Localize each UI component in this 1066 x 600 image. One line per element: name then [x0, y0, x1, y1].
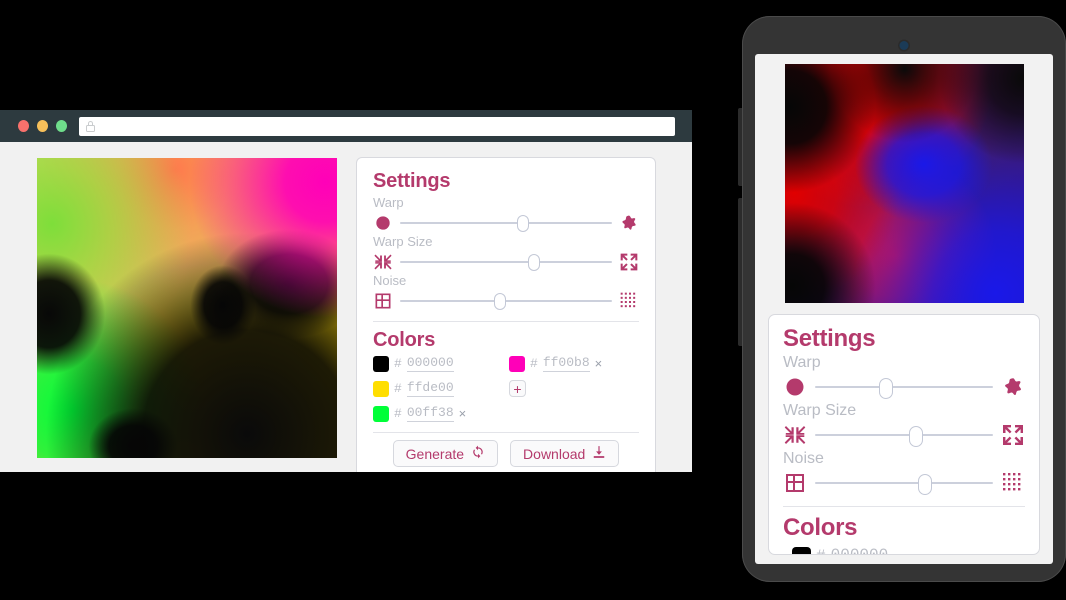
colors-list: # 000000 # ff00b8 × # ffde00 + # 00ff38 … [373, 354, 639, 423]
circle-icon [373, 213, 393, 233]
arrows-expand-icon [619, 252, 639, 272]
color-row: # 000000 [792, 544, 1025, 554]
colors-heading-mobile: Colors [783, 514, 858, 541]
warp-size-label-mobile: Warp Size [783, 402, 857, 419]
screenshot-root: Settings Warp Warp Size Noise Colors # 0… [0, 0, 1066, 600]
add-color-row: + [509, 379, 639, 398]
arrows-collapse-icon [783, 423, 807, 447]
color-swatch[interactable] [792, 546, 811, 554]
camera-dot-icon [899, 41, 909, 50]
color-row: # ffde00 [373, 379, 503, 398]
color-hex-input[interactable]: 00ff38 [406, 405, 454, 422]
url-bar[interactable] [79, 116, 675, 136]
mesh-gradient-canvas [37, 158, 337, 458]
warp-slider-track[interactable] [400, 214, 612, 232]
warp-slider-row-mobile[interactable] [783, 373, 1025, 401]
generate-button[interactable]: Generate [392, 440, 499, 467]
warp-slider-row[interactable] [373, 211, 639, 234]
download-label: Download [523, 445, 586, 462]
browser-window: Settings Warp Warp Size Noise Colors # 0… [0, 110, 692, 472]
noise-slider-row[interactable] [373, 289, 639, 312]
color-row: # 00ff38 × [373, 404, 503, 423]
noise-slider-track[interactable] [400, 292, 612, 310]
color-hex-input[interactable]: 000000 [831, 546, 889, 554]
circle-icon [783, 375, 807, 399]
minimize-button[interactable] [37, 120, 48, 132]
gradient-preview-mobile [784, 64, 1024, 303]
window-controls [18, 120, 67, 132]
lock-icon [85, 120, 95, 132]
close-button[interactable] [18, 120, 29, 132]
divider [783, 506, 1025, 507]
warp-size-slider-row-mobile[interactable] [783, 421, 1025, 449]
tablet-volume-button[interactable] [738, 108, 742, 186]
color-swatch[interactable] [373, 405, 389, 422]
color-row: # ff00b8 × [509, 354, 639, 373]
settings-panel: Settings Warp Warp Size Noise Colors # 0… [356, 157, 656, 472]
gradient-preview-desktop [36, 157, 338, 459]
hash-symbol: # [816, 547, 826, 554]
noise-slider-row-mobile[interactable] [783, 469, 1025, 497]
hash-symbol: # [394, 406, 402, 421]
warp-size-slider-thumb[interactable] [527, 253, 540, 271]
hash-symbol: # [530, 356, 538, 371]
colors-heading: Colors [373, 329, 436, 351]
refresh-icon [471, 445, 485, 462]
warp-label-mobile: Warp [783, 354, 821, 371]
grid-icon [783, 471, 807, 495]
warp-slider-track-mobile[interactable] [815, 378, 993, 399]
warp-label: Warp [373, 195, 404, 210]
tablet-power-button[interactable] [738, 198, 742, 346]
action-buttons: Generate Download [373, 440, 639, 467]
dot-grid-icon [619, 291, 639, 311]
noise-slider-thumb-mobile[interactable] [918, 474, 933, 495]
arrows-expand-icon [1001, 423, 1025, 447]
remove-color-button[interactable]: × [595, 357, 603, 370]
color-row: # 000000 [373, 354, 503, 373]
warp-size-slider-track-mobile[interactable] [815, 426, 993, 447]
remove-color-button[interactable]: × [459, 407, 467, 420]
noise-slider-thumb[interactable] [493, 292, 506, 310]
warp-size-slider-row[interactable] [373, 250, 639, 273]
tablet-device-frame: Settings Warp Warp Size Noise Colors 000… [738, 16, 1066, 582]
noise-label: Noise [373, 273, 407, 288]
divider [373, 321, 639, 322]
warp-size-slider-track[interactable] [400, 253, 612, 271]
color-hex-input[interactable]: 000000 [406, 355, 454, 372]
dot-grid-icon [1001, 471, 1025, 495]
warp-size-slider-thumb-mobile[interactable] [909, 426, 924, 447]
generate-label: Generate [405, 445, 465, 462]
tablet-screen: Settings Warp Warp Size Noise Colors 000… [755, 54, 1053, 564]
grid-icon [373, 291, 393, 311]
noise-slider-track-mobile[interactable] [815, 474, 993, 495]
add-color-button[interactable]: + [509, 380, 526, 397]
divider [373, 432, 639, 433]
color-swatch[interactable] [373, 380, 389, 397]
hash-symbol: # [394, 356, 402, 371]
settings-heading: Settings [373, 170, 451, 192]
arrows-collapse-icon [373, 252, 393, 272]
download-icon [592, 445, 606, 462]
warp-size-label: Warp Size [373, 234, 433, 249]
noise-label-mobile: Noise [783, 450, 824, 467]
star-blob-icon [619, 213, 639, 233]
download-button[interactable]: Download [510, 440, 620, 467]
maximize-button[interactable] [56, 120, 67, 132]
browser-content: Settings Warp Warp Size Noise Colors # 0… [0, 142, 692, 472]
warp-slider-thumb-mobile[interactable] [879, 378, 894, 399]
color-hex-input[interactable]: ff00b8 [542, 355, 590, 372]
settings-panel-mobile: Settings Warp Warp Size Noise Colors 000… [768, 314, 1040, 555]
color-swatch[interactable] [373, 355, 389, 372]
settings-heading-mobile: Settings [783, 325, 876, 352]
hash-symbol: # [394, 381, 402, 396]
warp-slider-thumb[interactable] [516, 214, 529, 232]
color-hex-input[interactable]: ffde00 [406, 380, 454, 397]
color-swatch[interactable] [509, 355, 525, 372]
browser-titlebar [0, 110, 692, 142]
star-blob-icon [1001, 375, 1025, 399]
